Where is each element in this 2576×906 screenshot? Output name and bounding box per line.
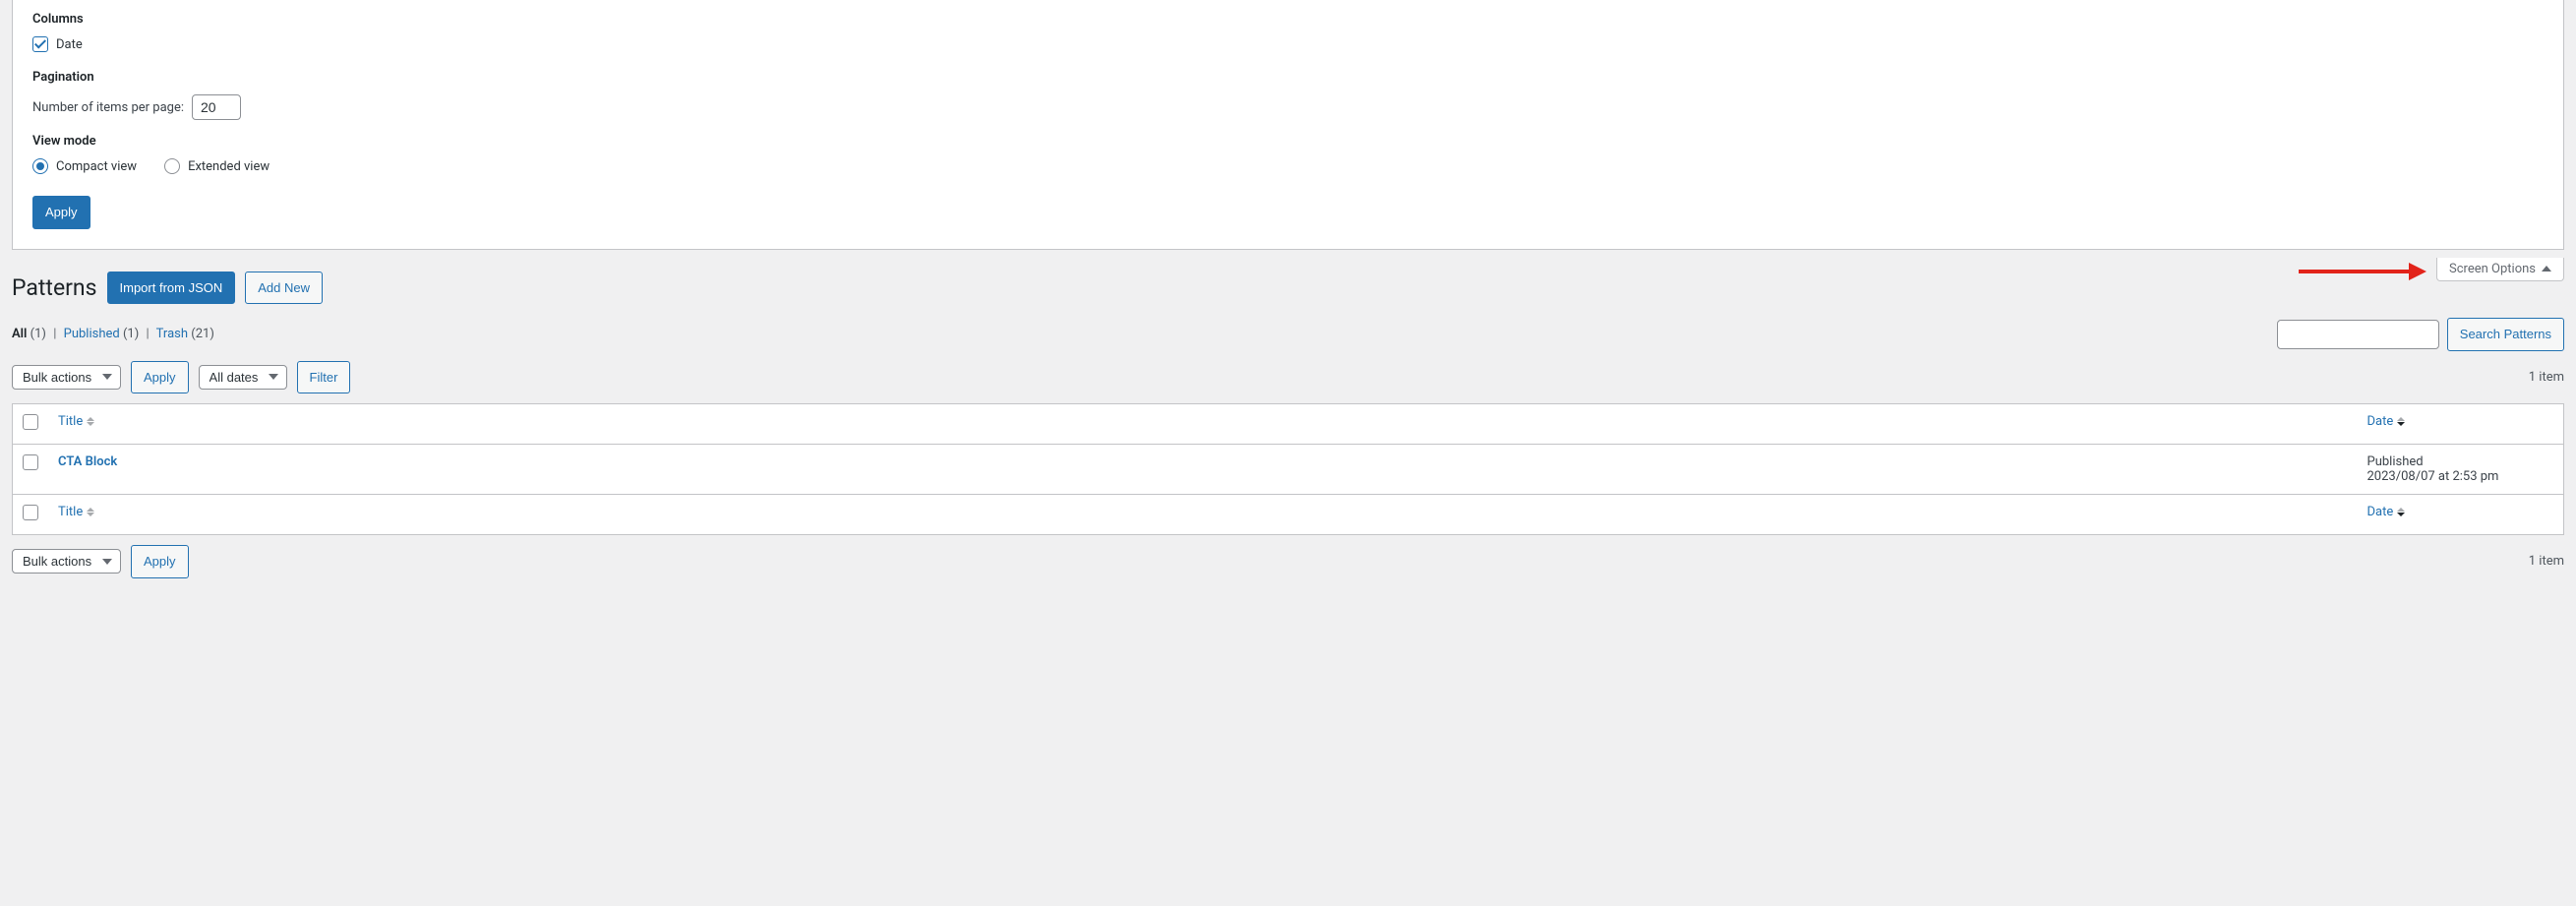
row-title-link[interactable]: CTA Block (58, 454, 117, 469)
column-toggle-date[interactable]: Date (32, 36, 83, 52)
filter-published[interactable]: Published (64, 327, 120, 341)
items-per-page-input[interactable] (192, 94, 241, 120)
date-column-checkbox-label: Date (56, 37, 83, 52)
sort-icon (87, 417, 94, 426)
filter-trash[interactable]: Trash (156, 327, 188, 341)
extended-view-label: Extended view (188, 159, 270, 174)
screen-options-panel: Columns Date Pagination Number of items … (12, 0, 2564, 250)
search-button[interactable]: Search Patterns (2447, 318, 2564, 351)
compact-view-radio[interactable] (32, 158, 48, 174)
view-mode-section-label: View mode (32, 134, 2544, 149)
page-title: Patterns (12, 274, 97, 301)
title-column-footer[interactable]: Title (58, 505, 94, 519)
view-mode-compact[interactable]: Compact view (32, 158, 137, 174)
row-status: Published (2367, 454, 2554, 469)
patterns-table: Title Date CTA Block Published2023/08/07 … (12, 403, 2564, 535)
row-datetime: 2023/08/07 at 2:53 pm (2367, 469, 2554, 484)
date-column-checkbox[interactable] (32, 36, 48, 52)
bulk-actions-select-top[interactable]: Bulk actions (12, 365, 121, 390)
filter-trash-count: (21) (191, 327, 214, 341)
filter-button[interactable]: Filter (297, 361, 351, 394)
screen-options-tab[interactable]: Screen Options (2436, 258, 2564, 281)
date-column-footer[interactable]: Date (2367, 505, 2406, 519)
search-input[interactable] (2277, 320, 2439, 349)
extended-view-radio[interactable] (164, 158, 180, 174)
compact-view-label: Compact view (56, 159, 137, 174)
bulk-actions-select-bottom[interactable]: Bulk actions (12, 549, 121, 574)
view-mode-extended[interactable]: Extended view (164, 158, 270, 174)
status-filters: All (1) | Published (1) | Trash (21) (12, 327, 214, 341)
select-all-top-checkbox[interactable] (23, 414, 38, 430)
bulk-apply-button-top[interactable]: Apply (131, 361, 189, 394)
filter-published-count: (1) (123, 327, 139, 341)
add-new-button[interactable]: Add New (245, 272, 323, 305)
filter-all-count: (1) (30, 327, 46, 341)
items-count-bottom: 1 item (2529, 554, 2564, 569)
chevron-up-icon (2542, 266, 2551, 272)
select-all-bottom-checkbox[interactable] (23, 505, 38, 520)
items-per-page-label: Number of items per page: (32, 100, 184, 115)
bulk-apply-button-bottom[interactable]: Apply (131, 545, 189, 578)
sort-icon (87, 508, 94, 516)
filter-all[interactable]: All (12, 327, 27, 341)
columns-section-label: Columns (32, 12, 2544, 27)
date-filter-select[interactable]: All dates (199, 365, 287, 390)
sort-icon (2397, 417, 2405, 426)
screen-options-tab-label: Screen Options (2449, 262, 2536, 276)
title-column-header[interactable]: Title (58, 414, 94, 429)
pagination-section-label: Pagination (32, 70, 2544, 85)
date-column-header[interactable]: Date (2367, 414, 2406, 429)
sort-icon (2397, 508, 2405, 516)
table-row: CTA Block Published2023/08/07 at 2:53 pm (13, 445, 2564, 495)
apply-screen-options-button[interactable]: Apply (32, 196, 90, 229)
import-json-button[interactable]: Import from JSON (107, 272, 236, 305)
items-count-top: 1 item (2529, 370, 2564, 385)
row-checkbox[interactable] (23, 454, 38, 470)
